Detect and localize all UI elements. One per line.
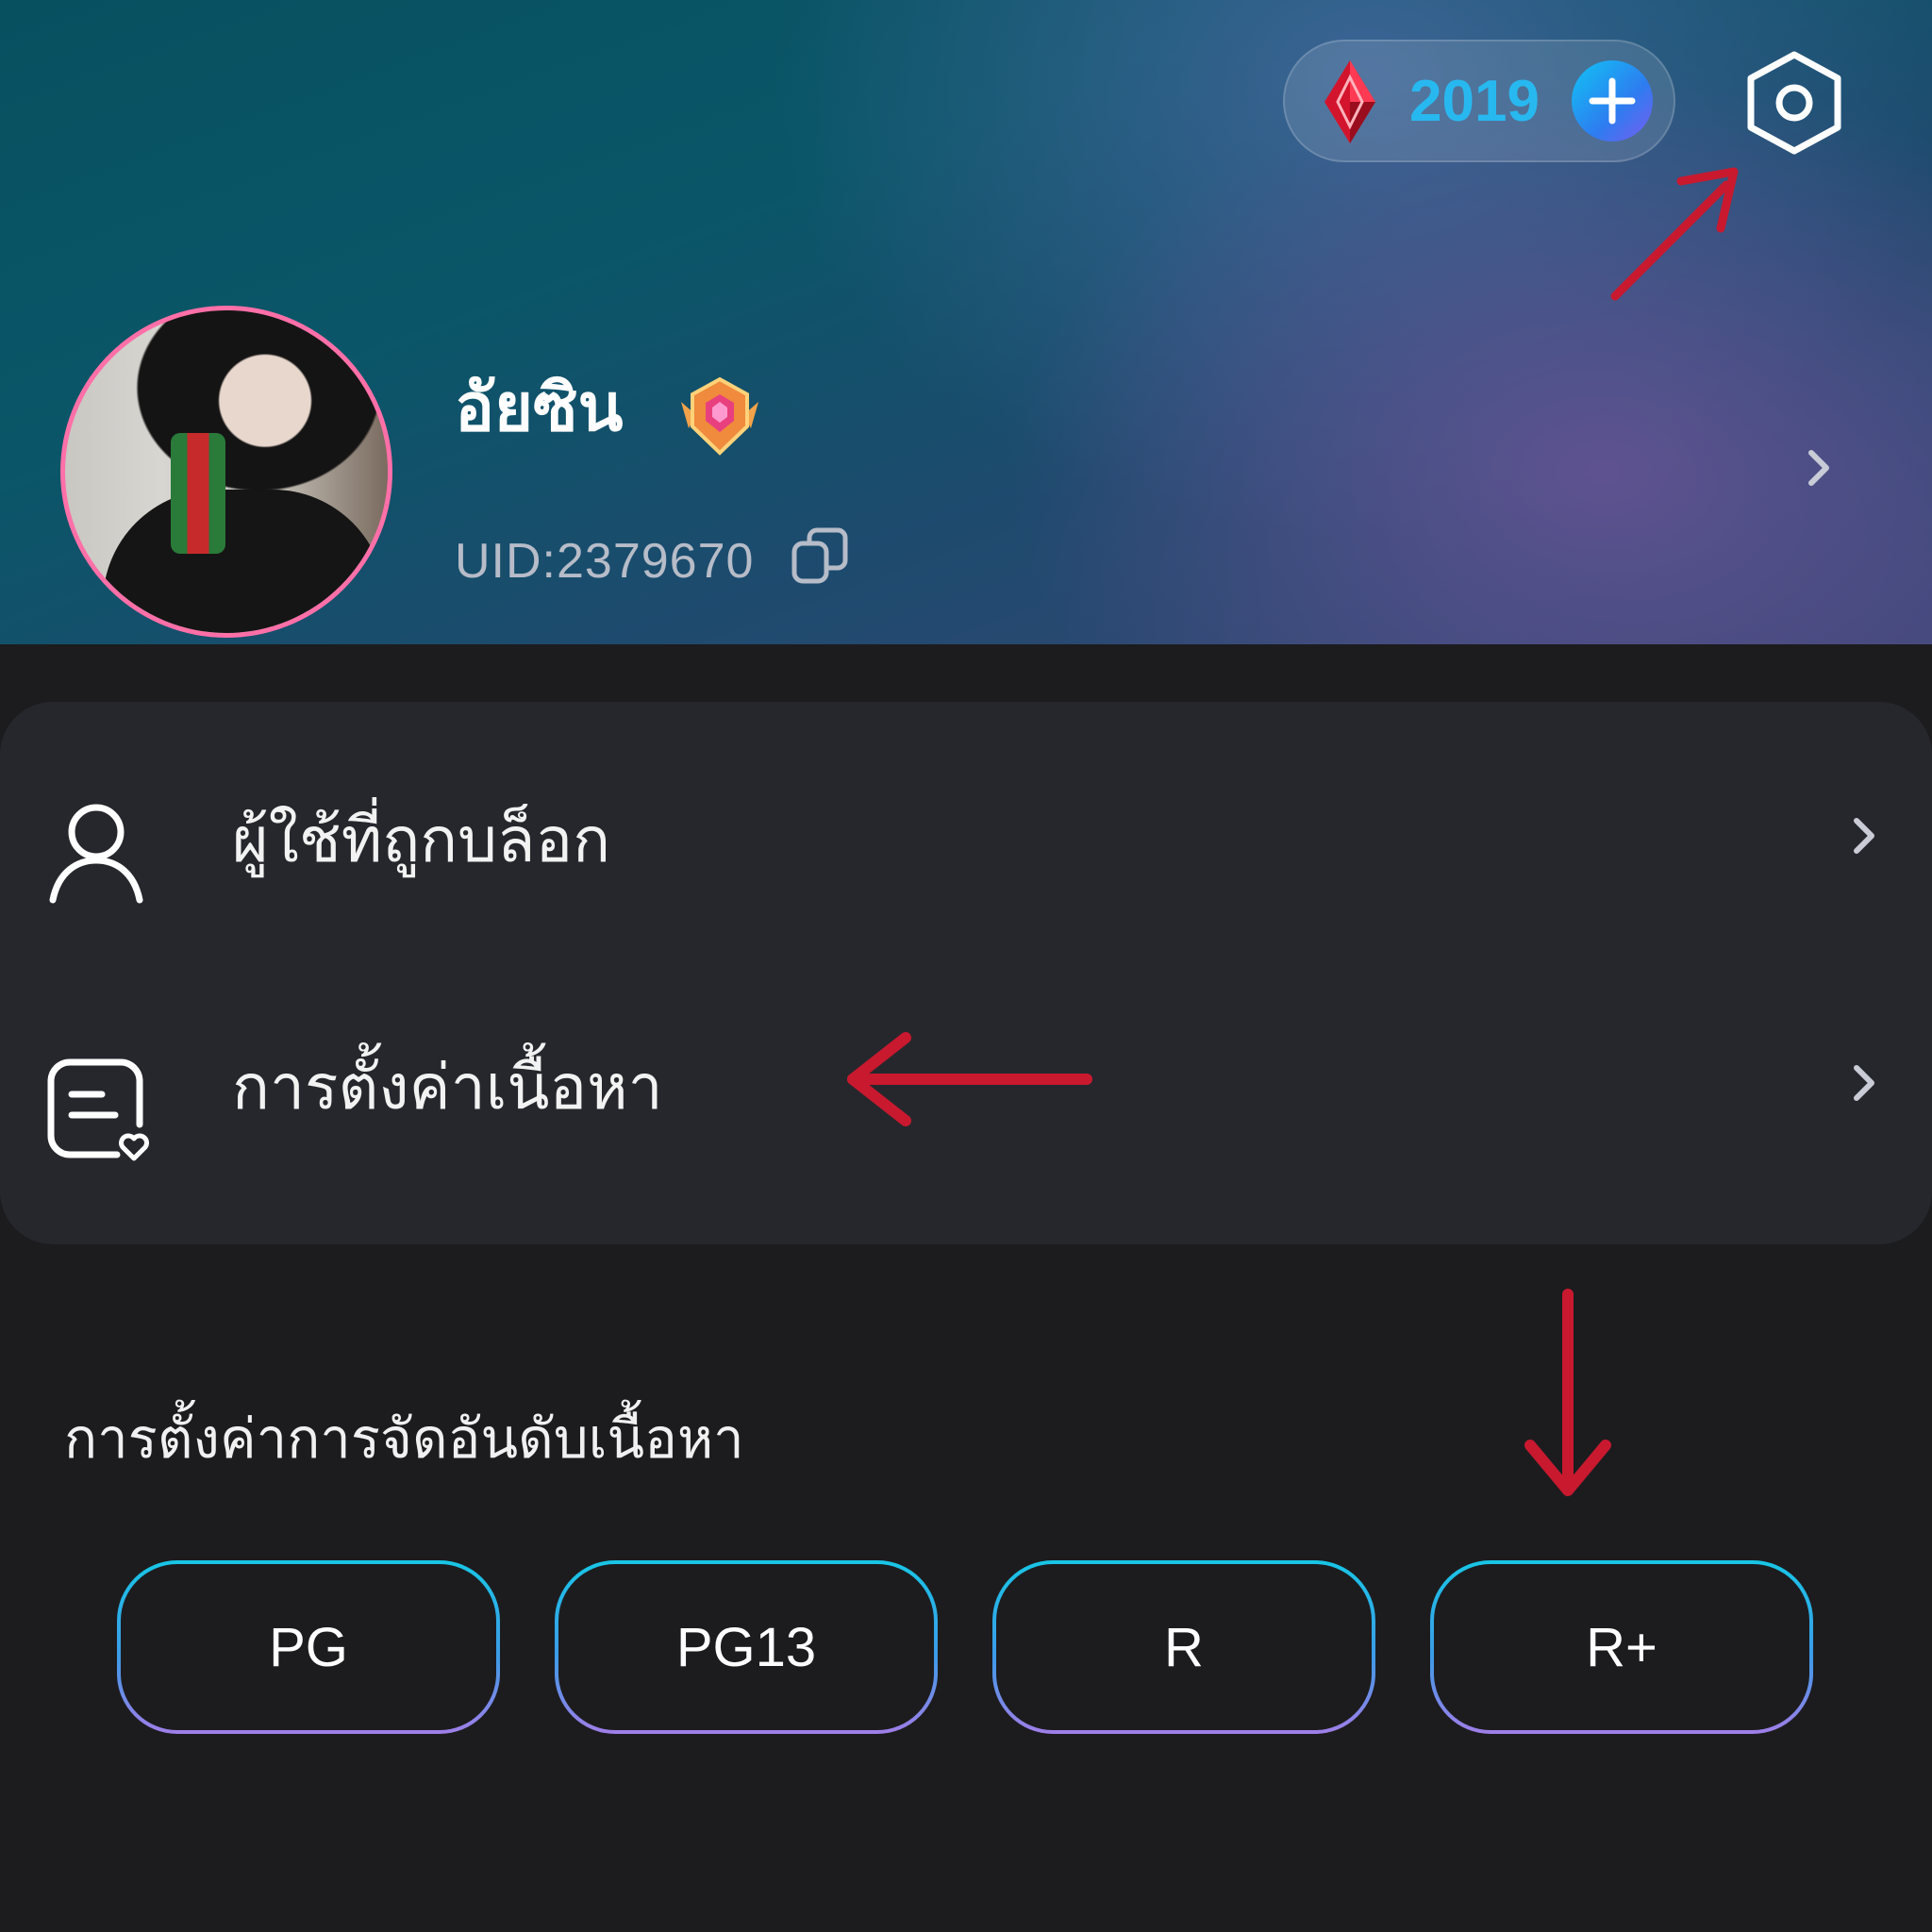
person-icon [49,804,143,904]
settings-hexagon-icon[interactable] [1743,49,1845,157]
content-settings-icon [47,1058,149,1161]
rank-badge-icon [681,376,758,456]
avatar-photo-phone [171,433,225,554]
chevron-right-icon [1854,1065,1874,1101]
content-rating-title: การตั้งค่าการจัดอันดับเนื้อหา [64,1407,744,1471]
rating-option-pg13[interactable]: PG13 [555,1560,938,1734]
rating-option-r-plus[interactable]: R+ [1430,1560,1813,1734]
annotation-arrow-settings [1610,167,1739,301]
rating-option-pg[interactable]: PG [117,1560,500,1734]
menu-item-label: การตั้งค่าเนื้อหา [232,1051,663,1124]
avatar[interactable] [60,306,392,638]
avatar-photo-figure [103,490,386,633]
user-id: UID:2379670 [455,534,755,589]
copy-icon[interactable] [791,526,851,587]
plus-icon [1589,77,1636,125]
gem-balance-pill[interactable]: 2019 [1283,40,1675,162]
menu-item-label: ผู้ใช้ที่ถูกบล็อก [232,804,611,876]
red-gem-icon [1324,60,1375,143]
rating-option-r[interactable]: R [992,1560,1375,1734]
annotation-arrow-r-plus [1524,1289,1611,1496]
username: อัยซิน [455,369,624,446]
gem-count: 2019 [1409,69,1540,134]
add-gems-button[interactable] [1572,60,1653,142]
chevron-right-icon [1854,818,1874,854]
profile-header: 2019 อัยซิน UID:2379670 [0,0,1932,644]
profile-chevron-icon[interactable] [1800,443,1838,492]
menu-item-content-settings[interactable]: การตั้งค่าเนื้อหา [0,975,1932,1221]
menu-item-blocked-users[interactable]: ผู้ใช้ที่ถูกบล็อก [0,730,1932,975]
settings-menu-card: ผู้ใช้ที่ถูกบล็อก การตั้งค่าเนื้อหา [0,702,1932,1244]
